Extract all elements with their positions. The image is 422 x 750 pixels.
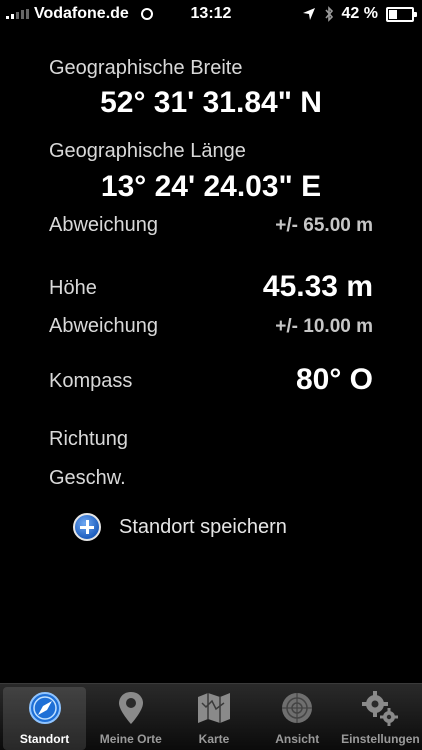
latitude-label: Geographische Breite [49,57,243,79]
longitude-value: 13° 24' 24.03" E [100,170,322,203]
compass-label: Kompass [49,370,133,392]
add-icon[interactable] [73,513,101,541]
bluetooth-icon [324,6,333,22]
altitude-accuracy-label: Abweichung [49,315,158,337]
compass-value: 80° O [295,363,373,396]
tab-karte[interactable]: Karte [172,684,255,750]
altitude-label: Höhe [49,277,97,299]
heading-label: Richtung [49,428,128,450]
tab-label: Einstellungen [341,732,420,746]
location-arrow-icon [302,8,315,20]
save-location-button[interactable]: Standort speichern [73,513,287,541]
latitude-value: 52° 31' 31.84" N [100,86,322,119]
position-accuracy-value: +/- 65.00 m [275,215,373,236]
tab-label: Ansicht [275,732,320,746]
map-icon [194,688,234,728]
tab-label: Karte [198,732,230,746]
tab-label: Meine Orte [99,732,162,746]
altitude-accuracy-value: +/- 10.00 m [275,316,373,337]
compass-icon [25,688,65,728]
altitude-value: 45.33 m [262,270,373,303]
speed-label: Geschw. [49,467,126,489]
status-right: 42 % [302,5,417,23]
save-location-label: Standort speichern [119,515,287,538]
tab-label: Standort [19,732,70,746]
tab-bar: Standort Meine Orte Karte Ansicht Einste… [0,683,422,750]
tab-meine-orte[interactable]: Meine Orte [89,684,172,750]
battery-percent: 42 % [341,5,378,22]
tab-standort[interactable]: Standort [3,687,87,750]
tab-ansicht[interactable]: Ansicht [256,684,339,750]
radar-icon [277,688,317,728]
position-accuracy-label: Abweichung [49,214,158,236]
status-bar: Vodafone.de 13:12 42 % [0,0,422,28]
gears-icon [360,688,400,728]
tab-einstellungen[interactable]: Einstellungen [339,684,422,750]
longitude-label: Geographische Länge [49,140,246,162]
battery-level [389,9,397,19]
pin-icon [111,688,151,728]
battery-icon [386,6,417,22]
